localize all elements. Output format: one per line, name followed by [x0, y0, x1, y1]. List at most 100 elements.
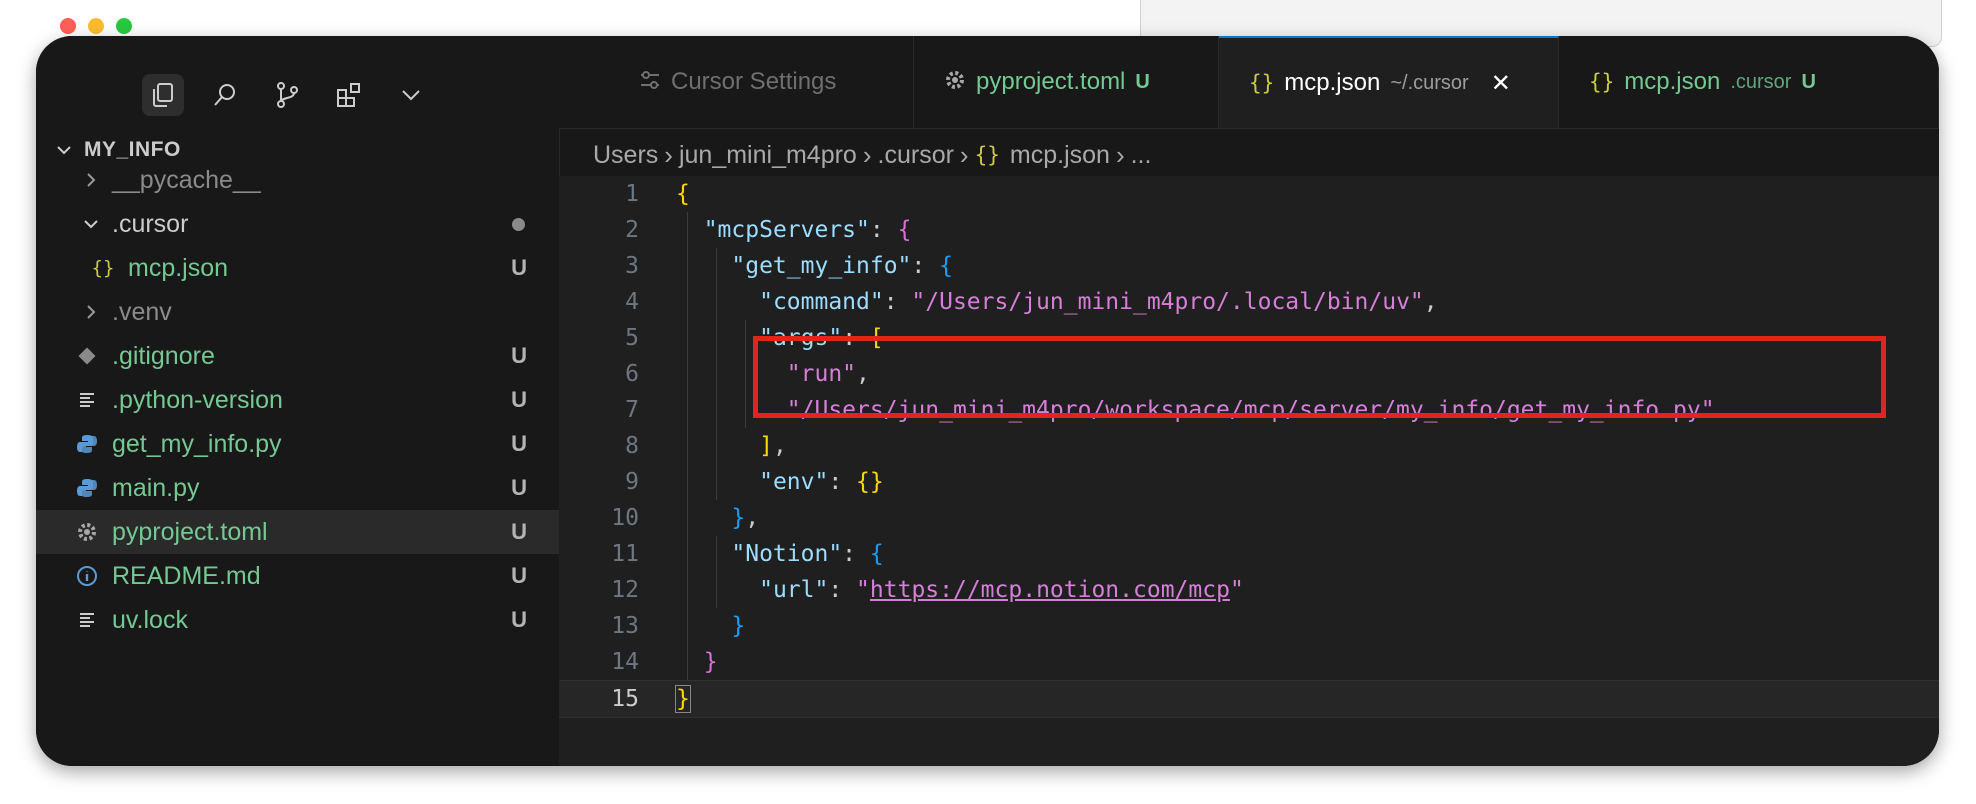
chevron-right-icon: ›	[1115, 139, 1125, 170]
tab-mcp-json-project[interactable]: {} mcp.json .cursor U	[1559, 36, 1939, 128]
tree-item-venv[interactable]: .venv	[36, 290, 559, 334]
code-line: 8 ],	[559, 428, 1939, 464]
url-link[interactable]: https://mcp.notion.com/mcp	[870, 577, 1230, 603]
close-icon[interactable]: ✕	[1491, 69, 1511, 98]
tab-cursor-settings[interactable]: Cursor Settings	[609, 36, 914, 128]
file-lines-icon	[74, 387, 100, 413]
status-badge: U	[1135, 70, 1150, 93]
code-line: 2 "mcpServers": {	[559, 212, 1939, 248]
chevron-down-icon	[78, 211, 104, 237]
tree-item-label: get_my_info.py	[112, 429, 282, 458]
code-line: 14 }	[559, 644, 1939, 680]
code-text: "env": {}	[759, 469, 884, 495]
modified-dot	[512, 217, 525, 231]
gear-icon	[944, 69, 966, 96]
code-text: }	[703, 649, 718, 675]
line-number: 7	[625, 397, 639, 423]
maximize-window-button[interactable]	[116, 18, 132, 34]
breadcrumb-item[interactable]: Users	[593, 141, 658, 170]
code-text: }	[731, 613, 746, 639]
info-icon	[74, 563, 100, 589]
code-text: },	[731, 505, 760, 531]
minimize-window-button[interactable]	[88, 18, 104, 34]
status-badge: U	[1801, 70, 1816, 93]
line-number: 15	[611, 686, 639, 712]
code-line: 10 },	[559, 500, 1939, 536]
editor-tab-bar: Cursor Settings pyproject.toml U {} mcp.…	[559, 36, 1939, 129]
tree-item-python-version[interactable]: .python-version U	[36, 378, 559, 422]
breadcrumb-item[interactable]: ...	[1131, 141, 1152, 170]
tab-label: pyproject.toml	[976, 68, 1126, 95]
tree-item-label: .gitignore	[112, 341, 215, 370]
extensions-icon[interactable]	[328, 74, 370, 116]
status-badge: U	[511, 519, 527, 544]
tree-item-get-my-info-py[interactable]: get_my_info.py U	[36, 422, 559, 466]
line-number: 10	[611, 505, 639, 531]
tab-pyproject-toml[interactable]: pyproject.toml U	[914, 36, 1219, 128]
search-icon[interactable]	[204, 74, 246, 116]
status-badge: U	[511, 475, 527, 500]
json-icon: {}	[91, 257, 115, 279]
tree-item-label: README.md	[112, 561, 261, 590]
code-editor[interactable]: 1 { 2 "mcpServers": { 3 "get_my_info": {…	[559, 176, 1939, 766]
tree-item-pycache[interactable]: __pycache__	[36, 158, 559, 202]
code-text: "url": "https://mcp.notion.com/mcp"	[759, 577, 1244, 603]
line-number: 1	[625, 181, 639, 207]
line-number: 12	[611, 577, 639, 603]
line-number: 4	[625, 289, 639, 315]
status-badge: U	[511, 387, 527, 412]
tab-path: ~/.cursor	[1390, 71, 1469, 94]
code-text: "mcpServers": {	[703, 217, 912, 243]
line-number: 6	[625, 361, 639, 387]
json-icon: {}	[974, 143, 1000, 167]
status-badge: U	[511, 255, 527, 280]
close-window-button[interactable]	[60, 18, 76, 34]
code-text: "command": "/Users/jun_mini_m4pro/.local…	[759, 289, 1438, 315]
code-text: "get_my_info": {	[731, 253, 953, 279]
line-number: 2	[625, 217, 639, 243]
code-line: 1 {	[559, 176, 1939, 212]
tree-item-cursor-folder[interactable]: .cursor	[36, 202, 559, 246]
chevron-right-icon: ›	[959, 139, 969, 170]
tree-item-label: pyproject.toml	[112, 517, 268, 546]
tab-mcp-json-home[interactable]: {} mcp.json ~/.cursor ✕	[1219, 36, 1559, 128]
code-text: }	[675, 685, 691, 713]
tree-item-uv-lock[interactable]: uv.lock U	[36, 598, 559, 642]
code-line: 13 }	[559, 608, 1939, 644]
code-line: 3 "get_my_info": {	[559, 248, 1939, 284]
tab-label: mcp.json	[1284, 69, 1381, 96]
highlight-annotation-box	[753, 336, 1886, 418]
source-control-icon[interactable]	[266, 74, 308, 116]
tree-item-label: uv.lock	[112, 605, 188, 634]
line-number: 11	[611, 541, 639, 567]
breadcrumb-item[interactable]: .cursor	[878, 141, 954, 170]
tree-item-label: .cursor	[112, 209, 189, 238]
settings-sliders-icon	[639, 70, 661, 95]
explorer-icon[interactable]	[142, 74, 184, 116]
line-number: 13	[611, 613, 639, 639]
line-number: 14	[611, 649, 639, 675]
code-line: 11 "Notion": {	[559, 536, 1939, 572]
chevron-down-icon[interactable]	[390, 74, 432, 116]
line-number: 8	[625, 433, 639, 459]
tree-item-pyproject-toml[interactable]: pyproject.toml U	[36, 510, 559, 554]
tree-item-label: .venv	[112, 297, 172, 326]
tree-item-readme[interactable]: README.md U	[36, 554, 559, 598]
file-lines-icon	[74, 607, 100, 633]
code-line: 4 "command": "/Users/jun_mini_m4pro/.loc…	[559, 284, 1939, 320]
code-text: {	[676, 181, 690, 207]
tree-item-main-py[interactable]: main.py U	[36, 466, 559, 510]
breadcrumb: Users › jun_mini_m4pro › .cursor › {} mc…	[593, 135, 1151, 175]
gear-icon	[74, 519, 100, 545]
code-line: 9 "env": {}	[559, 464, 1939, 500]
code-line-current: 15 }	[559, 680, 1939, 718]
chevron-down-icon[interactable]	[54, 140, 74, 160]
tree-item-gitignore[interactable]: .gitignore U	[36, 334, 559, 378]
breadcrumb-item[interactable]: jun_mini_m4pro	[679, 141, 857, 170]
chevron-right-icon	[78, 299, 104, 325]
tree-item-mcp-json[interactable]: {} mcp.json U	[36, 246, 559, 290]
line-number: 3	[625, 253, 639, 279]
line-number: 9	[625, 469, 639, 495]
status-badge: U	[511, 431, 527, 456]
breadcrumb-item[interactable]: mcp.json	[1010, 141, 1110, 170]
